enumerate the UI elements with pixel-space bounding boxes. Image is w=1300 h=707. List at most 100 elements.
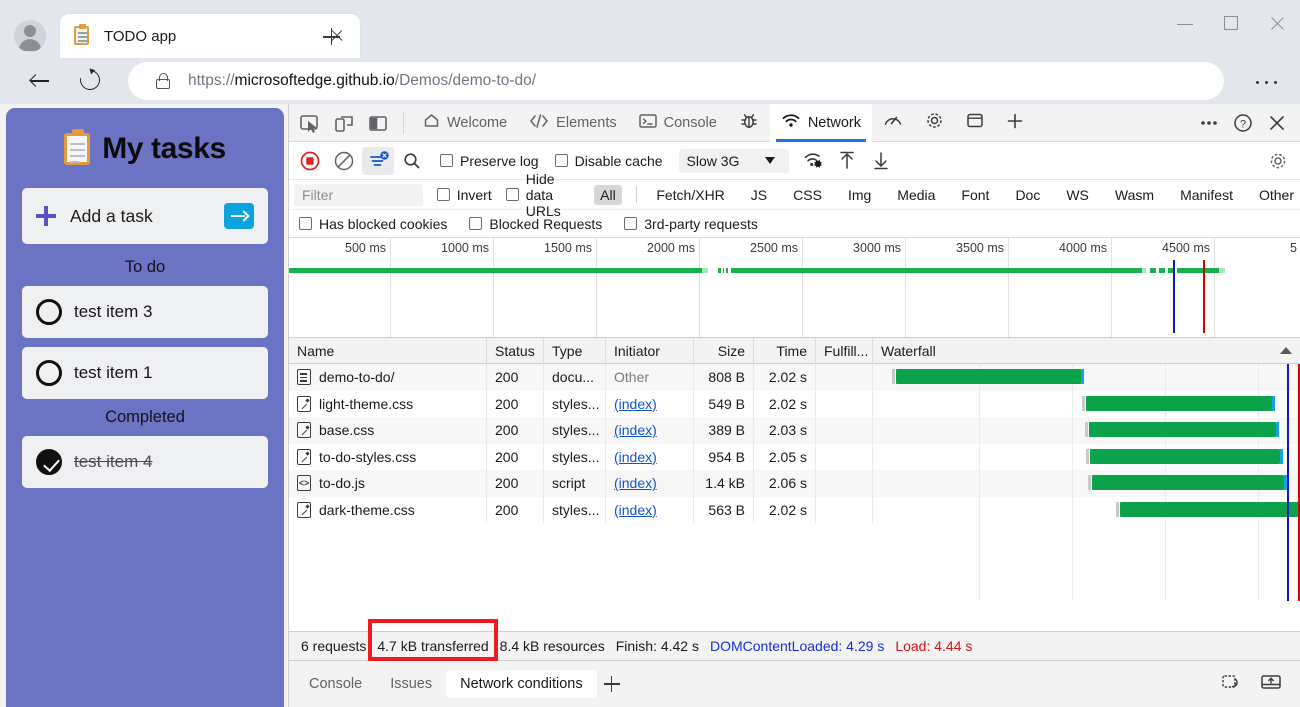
waterfall-bar[interactable] xyxy=(1090,449,1280,464)
sort-ascending-icon[interactable] xyxy=(1280,347,1292,354)
tab-network[interactable]: Network xyxy=(770,104,872,142)
add-panel-button[interactable] xyxy=(995,104,1035,142)
browser-more-icon[interactable] xyxy=(1250,70,1286,94)
add-task-row[interactable]: Add a task xyxy=(22,188,268,244)
waterfall-bar[interactable] xyxy=(1089,422,1276,437)
cell-status: 200 xyxy=(487,417,544,444)
column-header-initiator[interactable]: Initiator xyxy=(606,338,694,364)
throttling-select[interactable]: Slow 3G xyxy=(679,149,789,173)
has-blocked-cookies-checkbox[interactable]: Has blocked cookies xyxy=(299,216,447,232)
maximize-button[interactable] xyxy=(1208,0,1254,48)
stylesheet-file-icon xyxy=(297,502,311,518)
network-overview-timeline[interactable]: 500 ms 1000 ms 1500 ms 2000 ms 2500 ms 3… xyxy=(289,238,1300,338)
cell-initiator[interactable]: (index) xyxy=(614,449,657,465)
devtools-panel: Welcome Elements Console Network xyxy=(288,104,1300,707)
type-filter-fetch-xhr[interactable]: Fetch/XHR xyxy=(650,185,730,205)
address-bar[interactable]: https://microsoftedge.github.io/Demos/de… xyxy=(128,62,1224,100)
settings-gear-icon[interactable] xyxy=(1262,147,1294,175)
checkbox-box xyxy=(506,188,519,201)
column-header-name[interactable]: Name xyxy=(289,338,487,364)
hide-data-urls-checkbox[interactable]: Hide data URLs xyxy=(506,171,580,219)
filter-input[interactable]: Filter xyxy=(294,184,423,206)
close-window-button[interactable] xyxy=(1254,0,1300,48)
task-item[interactable]: test item 3 xyxy=(22,286,268,338)
url-host: microsoftedge.github.io xyxy=(235,72,395,89)
type-filter-img[interactable]: Img xyxy=(842,185,877,205)
drawer-tab-console[interactable]: Console xyxy=(295,670,376,698)
third-party-requests-checkbox[interactable]: 3rd-party requests xyxy=(624,216,758,232)
disable-cache-checkbox[interactable]: Disable cache xyxy=(555,153,663,169)
record-stop-button[interactable] xyxy=(294,147,326,175)
blocked-requests-checkbox[interactable]: Blocked Requests xyxy=(469,216,602,232)
type-filter-other[interactable]: Other xyxy=(1253,185,1300,205)
cell-initiator[interactable]: (index) xyxy=(614,422,657,438)
column-header-fulfilled[interactable]: Fulfill... xyxy=(816,338,873,364)
import-har-button[interactable] xyxy=(865,147,897,175)
type-filter-wasm[interactable]: Wasm xyxy=(1109,185,1160,205)
waterfall-bar[interactable] xyxy=(896,369,1081,384)
dock-to-bottom-icon[interactable] xyxy=(1256,669,1290,699)
tab-label: Elements xyxy=(556,115,616,131)
device-toolbar-icon[interactable] xyxy=(327,108,361,138)
column-header-waterfall[interactable]: Waterfall xyxy=(873,338,1300,364)
network-conditions-button[interactable] xyxy=(797,147,829,175)
column-header-status[interactable]: Status xyxy=(487,338,544,364)
performance-gauge-icon xyxy=(883,113,903,133)
type-filter-manifest[interactable]: Manifest xyxy=(1174,185,1239,205)
invert-checkbox[interactable]: Invert xyxy=(437,187,492,203)
cell-time: 2.02 s xyxy=(754,391,816,418)
tab-console[interactable]: Console xyxy=(628,104,728,142)
minimize-button[interactable] xyxy=(1162,0,1208,48)
preserve-log-checkbox[interactable]: Preserve log xyxy=(440,153,539,169)
type-filter-font[interactable]: Font xyxy=(955,185,995,205)
search-button[interactable] xyxy=(396,147,428,175)
reload-button[interactable] xyxy=(70,60,112,102)
help-icon[interactable]: ? xyxy=(1226,108,1260,138)
type-filter-css[interactable]: CSS xyxy=(787,185,828,205)
column-header-size[interactable]: Size xyxy=(694,338,754,364)
waterfall-bar[interactable] xyxy=(1120,502,1300,517)
new-tab-icon[interactable] xyxy=(316,22,346,52)
add-task-input[interactable]: Add a task xyxy=(70,206,153,227)
type-filter-ws[interactable]: WS xyxy=(1060,185,1095,205)
cell-initiator[interactable]: (index) xyxy=(614,475,657,491)
type-filter-doc[interactable]: Doc xyxy=(1009,185,1046,205)
type-filter-all[interactable]: All xyxy=(594,185,622,205)
tab-elements[interactable]: Elements xyxy=(518,104,627,142)
devtools-more-icon[interactable] xyxy=(1192,108,1226,138)
cell-name: to-do.js xyxy=(319,475,365,491)
cell-initiator[interactable]: (index) xyxy=(614,502,657,518)
column-header-time[interactable]: Time xyxy=(754,338,816,364)
clear-button[interactable] xyxy=(328,147,360,175)
export-har-button[interactable] xyxy=(831,147,863,175)
add-drawer-tab-icon[interactable] xyxy=(597,670,627,698)
type-filter-js[interactable]: JS xyxy=(745,185,773,205)
tab-performance[interactable] xyxy=(872,104,914,142)
back-button[interactable] xyxy=(20,60,62,102)
tab-debugger[interactable] xyxy=(728,104,770,142)
drawer-tab-issues[interactable]: Issues xyxy=(376,670,446,698)
tab-welcome[interactable]: Welcome xyxy=(412,104,518,142)
task-item[interactable]: test item 1 xyxy=(22,347,268,399)
drawer-tab-network-conditions[interactable]: Network conditions xyxy=(446,670,597,698)
browser-tab[interactable]: TODO app xyxy=(60,14,360,58)
profile-avatar[interactable] xyxy=(14,20,46,52)
waterfall-bar[interactable] xyxy=(1092,475,1284,490)
tab-application[interactable] xyxy=(955,104,995,142)
dock-side-icon[interactable] xyxy=(361,108,395,138)
filter-toggle-button[interactable] xyxy=(362,147,394,175)
type-filter-media[interactable]: Media xyxy=(891,185,941,205)
waterfall-load-marker xyxy=(1298,364,1300,601)
column-header-type[interactable]: Type xyxy=(544,338,606,364)
tab-settings-gear[interactable] xyxy=(914,104,955,142)
cell-initiator[interactable]: (index) xyxy=(614,396,657,412)
close-devtools-icon[interactable] xyxy=(1260,108,1294,138)
task-checkbox[interactable] xyxy=(36,360,62,386)
task-item[interactable]: test item 4 xyxy=(22,436,268,488)
waterfall-bar[interactable] xyxy=(1086,396,1272,411)
add-task-submit-button[interactable] xyxy=(224,203,254,229)
inspect-element-icon[interactable] xyxy=(293,108,327,138)
task-checkbox[interactable] xyxy=(36,299,62,325)
restore-drawer-icon[interactable] xyxy=(1216,669,1250,699)
task-checkbox[interactable] xyxy=(36,449,62,475)
